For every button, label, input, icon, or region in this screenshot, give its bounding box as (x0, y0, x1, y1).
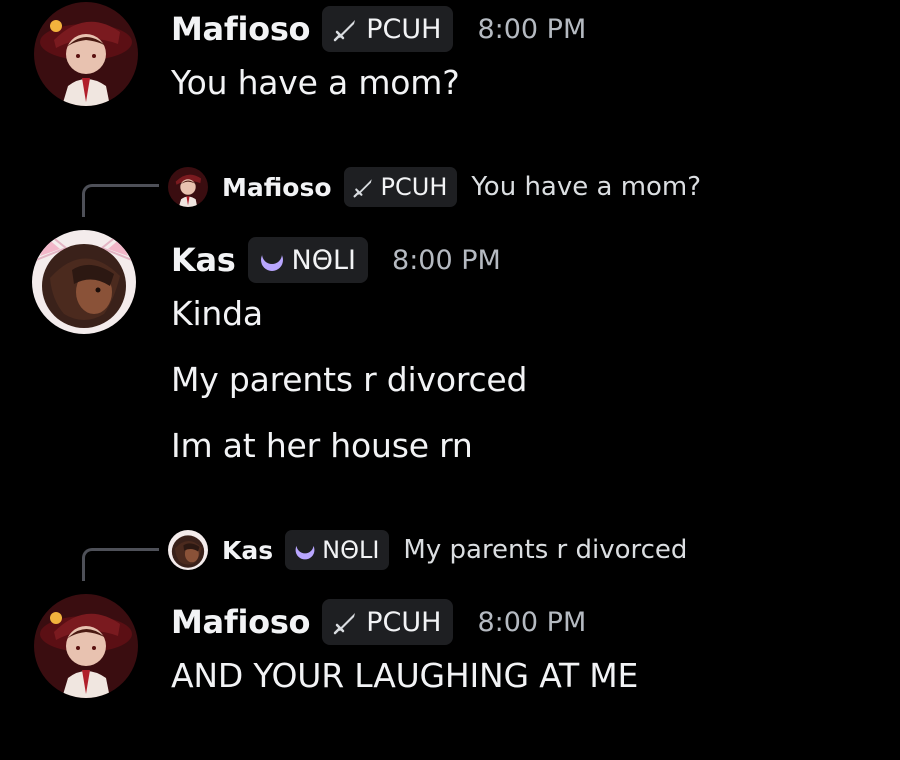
reply-server-tag-label: PCUH (380, 173, 448, 201)
timestamp: 8:00 PM (477, 13, 587, 45)
reply-connector (82, 184, 159, 217)
moon-icon (295, 538, 315, 560)
avatar-kas[interactable] (32, 230, 136, 334)
reply-server-tag: PCUH (343, 167, 458, 207)
reply-author-name: Kas (222, 535, 274, 565)
server-tag-label: PCUH (366, 13, 442, 45)
server-tag[interactable]: PCUH (322, 599, 454, 645)
server-tag[interactable]: NΘLI (247, 237, 369, 283)
timestamp: 8:00 PM (392, 244, 501, 276)
message-header: Mafioso PCUH 8:00 PM (171, 598, 586, 646)
reply-avatar-mafioso (168, 167, 208, 207)
reply-avatar-kas (168, 530, 208, 570)
message-text: Kinda (171, 294, 263, 333)
sword-icon (334, 20, 356, 42)
reply-preview[interactable]: Kas NΘLI My parents r divorced (168, 528, 687, 572)
sword-icon (353, 179, 372, 198)
timestamp: 8:00 PM (477, 606, 587, 638)
message-text: AND YOUR LAUGHING AT ME (171, 656, 639, 695)
server-tag-label: PCUH (366, 606, 442, 638)
author-name[interactable]: Mafioso (171, 10, 311, 48)
reply-server-tag-label: NΘLI (322, 536, 380, 564)
message-text: You have a mom? (171, 63, 460, 102)
reply-connector (82, 548, 159, 581)
moon-icon (260, 246, 283, 271)
sword-icon (334, 613, 356, 635)
reply-server-tag: NΘLI (285, 530, 390, 570)
message-text: My parents r divorced (171, 360, 528, 399)
reply-text: My parents r divorced (403, 535, 688, 565)
server-tag-label: NΘLI (291, 244, 357, 276)
avatar-mafioso[interactable] (34, 2, 138, 106)
reply-text: You have a mom? (471, 172, 702, 202)
message-text: Im at her house rn (171, 426, 473, 465)
author-name[interactable]: Mafioso (171, 603, 311, 641)
reply-preview[interactable]: Mafioso PCUH You have a mom? (168, 165, 701, 209)
avatar-mafioso[interactable] (34, 594, 138, 698)
server-tag[interactable]: PCUH (322, 6, 454, 52)
message-header: Kas NΘLI 8:00 PM (171, 236, 501, 284)
reply-author-name: Mafioso (222, 172, 332, 202)
message-header: Mafioso PCUH 8:00 PM (171, 5, 586, 53)
author-name[interactable]: Kas (171, 241, 236, 279)
